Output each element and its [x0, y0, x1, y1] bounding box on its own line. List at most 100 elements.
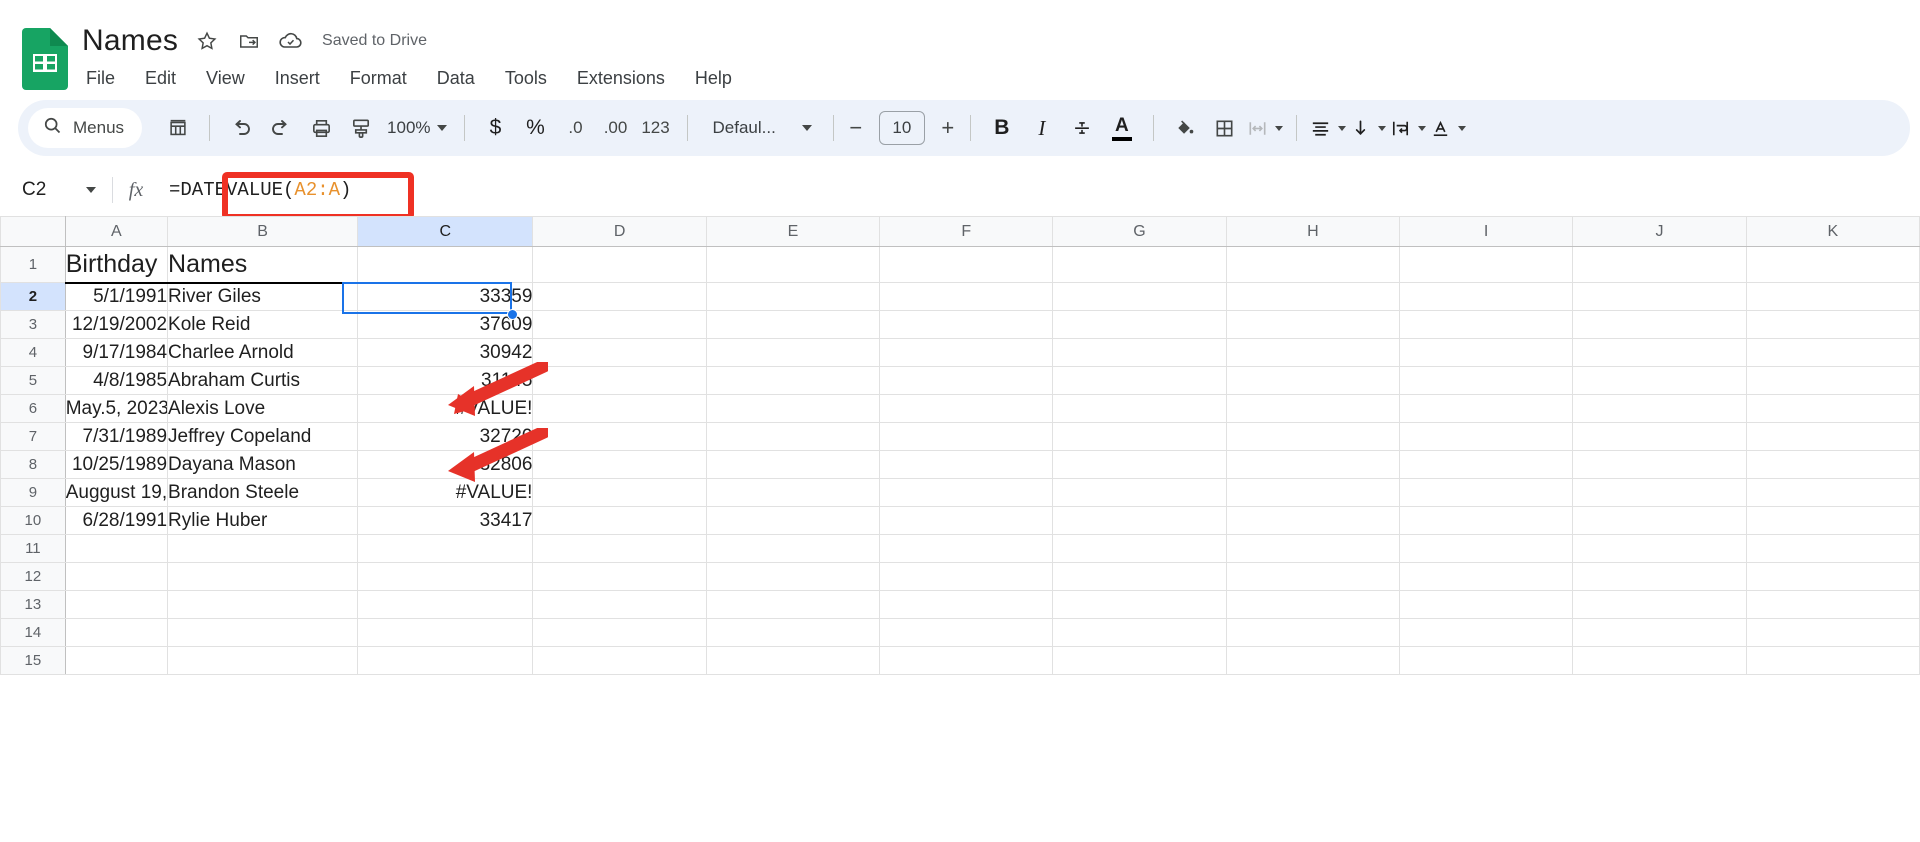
cell-e11[interactable]: [705, 534, 881, 563]
cell-j11[interactable]: [1572, 534, 1747, 563]
font-size-stepper[interactable]: − 10 +: [845, 111, 959, 145]
cell-j7[interactable]: [1572, 422, 1747, 451]
cell-c7[interactable]: 32720: [357, 422, 534, 451]
cell-a12[interactable]: [64, 562, 169, 591]
cell-h8[interactable]: [1225, 450, 1401, 479]
function-icon[interactable]: fx: [113, 179, 159, 202]
cell-b9[interactable]: Brandon Steele: [167, 478, 359, 507]
row-header-14[interactable]: 14: [0, 618, 66, 647]
cell-c10[interactable]: 33417: [357, 506, 534, 535]
cell-c8[interactable]: 32806: [357, 450, 534, 479]
text-color-button[interactable]: A: [1102, 108, 1142, 148]
cell-d2[interactable]: [532, 282, 707, 311]
search-menus-button[interactable]: Menus: [28, 108, 143, 148]
menu-file[interactable]: File: [84, 66, 117, 91]
redo-icon[interactable]: [261, 108, 301, 148]
cell-e8[interactable]: [705, 450, 881, 479]
cell-d7[interactable]: [532, 422, 707, 451]
cell-i15[interactable]: [1398, 646, 1574, 675]
cell-d8[interactable]: [532, 450, 707, 479]
cell-k1[interactable]: [1745, 246, 1920, 283]
star-icon[interactable]: [194, 28, 220, 54]
cell-e10[interactable]: [705, 506, 881, 535]
spreadsheet-grid[interactable]: A B C D E F G H I J K 1 Birthday Names 2…: [0, 216, 1920, 842]
cell-j2[interactable]: [1572, 282, 1747, 311]
cell-k10[interactable]: [1745, 506, 1920, 535]
cell-d4[interactable]: [532, 338, 707, 367]
bold-button[interactable]: B: [982, 108, 1022, 148]
document-title[interactable]: Names: [82, 24, 178, 58]
cell-c13[interactable]: [357, 590, 534, 619]
cell-e7[interactable]: [705, 422, 881, 451]
cell-k14[interactable]: [1745, 618, 1920, 647]
horizontal-align-icon[interactable]: [1308, 108, 1348, 148]
column-header-e[interactable]: E: [705, 216, 881, 247]
cell-a10[interactable]: 6/28/1991: [64, 506, 169, 535]
cell-e5[interactable]: [705, 366, 881, 395]
cell-a4[interactable]: 9/17/1984: [64, 338, 169, 367]
cell-g5[interactable]: [1052, 366, 1227, 395]
column-header-i[interactable]: I: [1398, 216, 1574, 247]
cell-k9[interactable]: [1745, 478, 1920, 507]
cell-f13[interactable]: [879, 590, 1054, 619]
cell-b12[interactable]: [167, 562, 359, 591]
cell-a6[interactable]: May.5, 2023: [64, 394, 169, 423]
cell-j5[interactable]: [1572, 366, 1747, 395]
cell-f12[interactable]: [879, 562, 1054, 591]
cell-k6[interactable]: [1745, 394, 1920, 423]
cell-b8[interactable]: Dayana Mason: [167, 450, 359, 479]
cell-g8[interactable]: [1052, 450, 1227, 479]
cell-j3[interactable]: [1572, 310, 1747, 339]
row-header-5[interactable]: 5: [0, 366, 66, 395]
cell-e9[interactable]: [705, 478, 881, 507]
cell-b1[interactable]: Names: [167, 246, 359, 284]
column-header-c[interactable]: C: [357, 216, 534, 247]
cell-h2[interactable]: [1225, 282, 1401, 311]
row-header-10[interactable]: 10: [0, 506, 66, 535]
cell-i2[interactable]: [1398, 282, 1574, 311]
row-header-2[interactable]: 2: [0, 282, 66, 311]
cell-h11[interactable]: [1225, 534, 1401, 563]
fill-color-icon[interactable]: [1165, 108, 1205, 148]
column-header-h[interactable]: H: [1225, 216, 1401, 247]
cell-d11[interactable]: [532, 534, 707, 563]
cell-b5[interactable]: Abraham Curtis: [167, 366, 359, 395]
cell-d3[interactable]: [532, 310, 707, 339]
cell-h4[interactable]: [1225, 338, 1401, 367]
menu-help[interactable]: Help: [693, 66, 734, 91]
undo-icon[interactable]: [221, 108, 261, 148]
font-family-selector[interactable]: Defaul...: [699, 118, 822, 138]
increase-font-size-button[interactable]: +: [937, 115, 959, 141]
more-formats-button[interactable]: 123: [636, 108, 676, 148]
decrease-decimal-button[interactable]: .0: [556, 108, 596, 148]
cell-k2[interactable]: [1745, 282, 1920, 311]
name-box[interactable]: C2: [0, 179, 112, 201]
row-header-15[interactable]: 15: [0, 646, 66, 675]
chevron-down-icon[interactable]: [1378, 125, 1387, 131]
column-header-j[interactable]: J: [1572, 216, 1747, 247]
cell-i3[interactable]: [1398, 310, 1574, 339]
cell-e12[interactable]: [705, 562, 881, 591]
cell-g9[interactable]: [1052, 478, 1227, 507]
cell-i6[interactable]: [1398, 394, 1574, 423]
cell-k7[interactable]: [1745, 422, 1920, 451]
strikethrough-icon[interactable]: [1062, 108, 1102, 148]
print-layout-icon[interactable]: [158, 108, 198, 148]
menu-format[interactable]: Format: [348, 66, 409, 91]
cell-i1[interactable]: [1398, 246, 1574, 283]
cell-h9[interactable]: [1225, 478, 1401, 507]
cell-j8[interactable]: [1572, 450, 1747, 479]
row-header-6[interactable]: 6: [0, 394, 66, 423]
menu-edit[interactable]: Edit: [143, 66, 178, 91]
column-header-a[interactable]: A: [64, 216, 169, 247]
cell-k11[interactable]: [1745, 534, 1920, 563]
cell-f1[interactable]: [879, 246, 1054, 283]
font-size-input[interactable]: 10: [878, 111, 925, 145]
cell-e3[interactable]: [705, 310, 881, 339]
cell-e1[interactable]: [705, 246, 881, 283]
percent-format-button[interactable]: %: [516, 108, 556, 148]
cell-k8[interactable]: [1745, 450, 1920, 479]
row-header-4[interactable]: 4: [0, 338, 66, 367]
cell-c14[interactable]: [357, 618, 534, 647]
cell-b4[interactable]: Charlee Arnold: [167, 338, 359, 367]
